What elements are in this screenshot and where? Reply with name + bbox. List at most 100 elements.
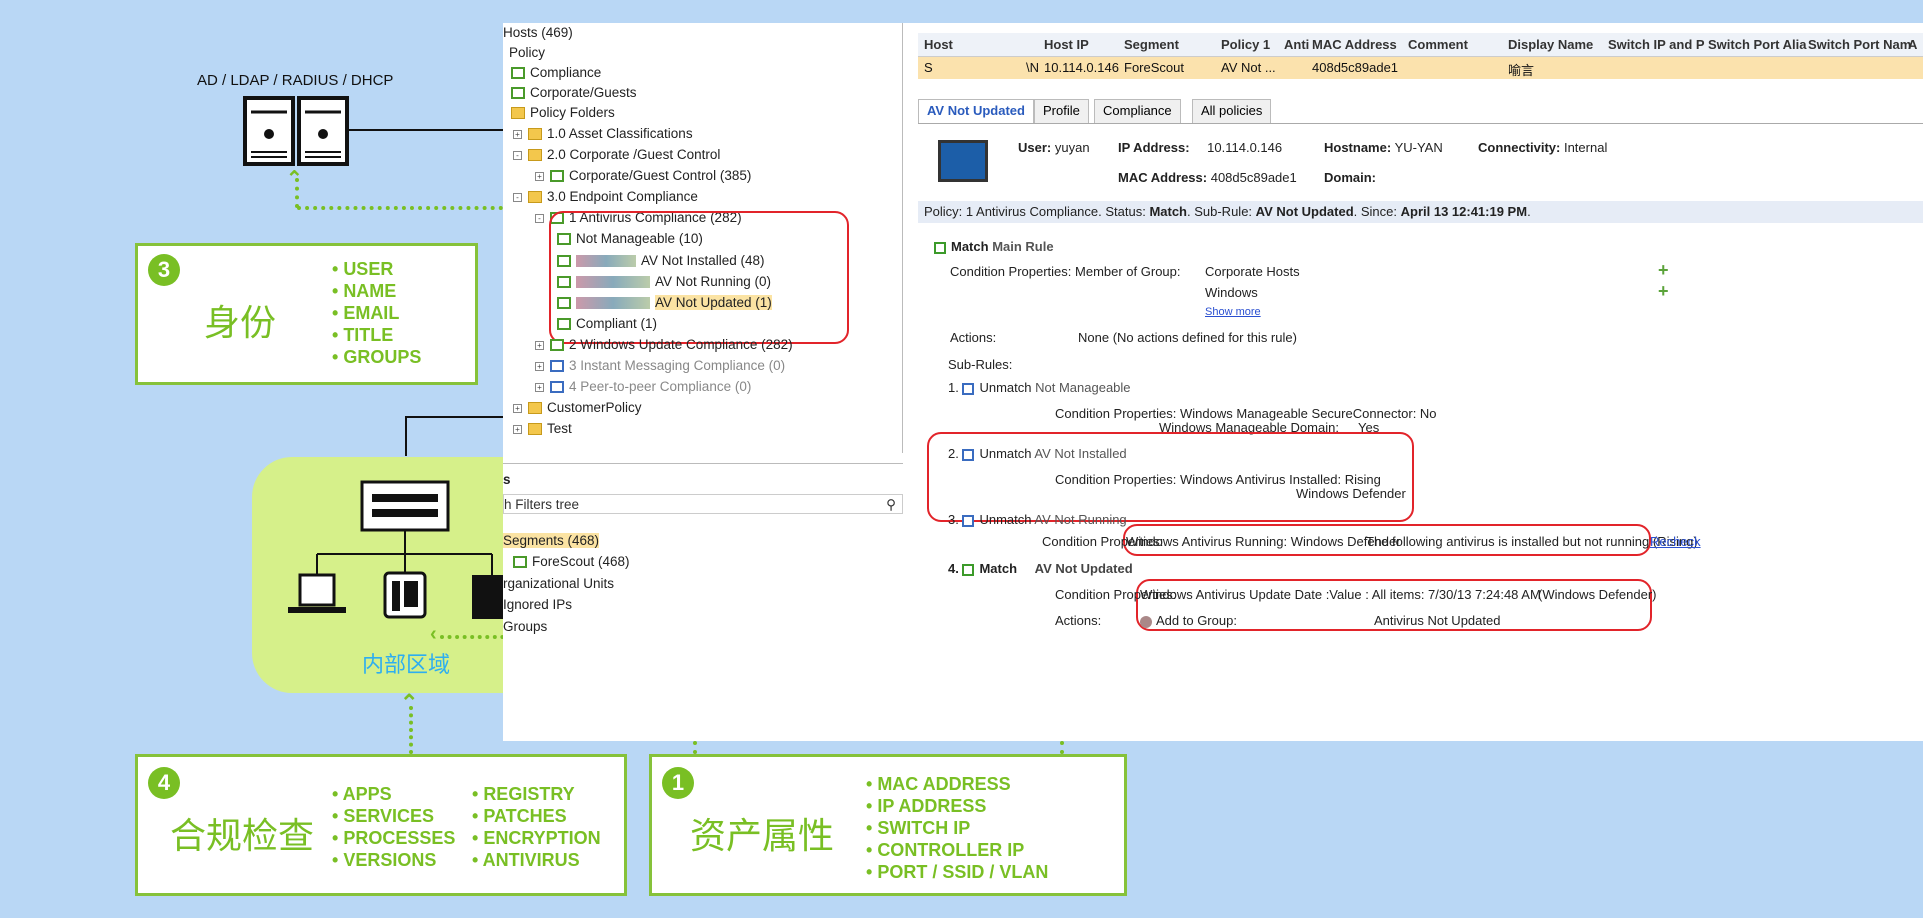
list-item: PROCESSES — [332, 827, 455, 849]
collapse-icon[interactable]: - — [535, 213, 544, 223]
step-badge: 1 — [662, 767, 694, 799]
tab-all-policies[interactable]: All policies — [1192, 99, 1272, 123]
arrow-left-icon: ‹ — [430, 623, 437, 645]
tree-item[interactable]: Groups — [503, 617, 547, 637]
expand-icon[interactable]: + — [513, 403, 522, 413]
col-extra[interactable]: A — [1908, 37, 1917, 52]
internal-zone: 内部区域 ‹ — [252, 457, 512, 693]
tree-item[interactable]: Hosts (469) — [503, 23, 573, 43]
compliance-box: 4 合规检查 APPS SERVICES PROCESSES VERSIONS … — [135, 754, 627, 896]
table-header: Host Host IP Segment Policy 1 Anti MAC A… — [918, 33, 1923, 57]
tree-item[interactable]: Segments (468) — [503, 531, 600, 551]
tree-item[interactable]: + CustomerPolicy — [513, 398, 642, 418]
tree-item[interactable]: ForeScout (468) — [513, 552, 630, 572]
col-host-ip[interactable]: Host IP — [1044, 37, 1089, 52]
policy-tree: Hosts (469) Policy Compliance Corporate/… — [503, 23, 903, 453]
computer-icon — [938, 140, 988, 182]
expand-icon[interactable]: + — [513, 424, 522, 434]
asset-box: 1 资产属性 MAC ADDRESS IP ADDRESS SWITCH IP … — [649, 754, 1127, 896]
tree-item[interactable]: Policy Folders — [511, 103, 615, 123]
group-value: Antivirus Not Updated — [1374, 613, 1501, 628]
connectivity-value: Internal — [1563, 140, 1608, 155]
list-item: VERSIONS — [332, 849, 455, 871]
col-host[interactable]: Host — [924, 37, 953, 52]
filters-panel: s h Filters tree ⚲ Segments (468) ForeSco… — [503, 463, 903, 733]
actions-label: Actions: — [950, 330, 997, 345]
folder-icon — [528, 423, 542, 436]
step-badge: 4 — [148, 767, 180, 799]
detail-pane: User: yuyan IP Address: 10.114.0.146 Hos… — [918, 123, 1923, 741]
show-more-link[interactable]: Show more — [1205, 306, 1261, 318]
col-display[interactable]: Display Name — [1508, 37, 1593, 52]
tree-item[interactable]: Compliance — [511, 63, 601, 83]
filters-search-input[interactable]: h Filters tree ⚲ — [503, 494, 903, 514]
tab-compliance[interactable]: Compliance — [1094, 99, 1181, 123]
actions-value: None (No actions defined for this rule) — [1078, 330, 1297, 345]
collapse-icon[interactable]: - — [513, 150, 522, 160]
tree-item[interactable]: + Corporate/Guest Control (385) — [535, 166, 751, 186]
ad-ldap-label: AD / LDAP / RADIUS / DHCP — [197, 72, 394, 89]
mac-value: 408d5c89ade1 — [1210, 170, 1297, 185]
expand-icon[interactable]: + — [513, 129, 522, 139]
asset-title: 资产属性 — [690, 815, 835, 856]
expand-icon[interactable]: + — [535, 361, 544, 371]
list-item: ANTIVIRUS — [472, 849, 601, 871]
list-item: TITLE — [332, 324, 421, 346]
guests-icon — [511, 87, 525, 100]
tab-profile[interactable]: Profile — [1034, 99, 1089, 123]
list-item: NAME — [332, 280, 421, 302]
col-switch-alias[interactable]: Switch Port Alia — [1708, 37, 1806, 52]
expand-icon[interactable]: + — [535, 340, 544, 350]
filters-header: s — [503, 472, 511, 487]
table-row[interactable]: S \N 10.114.0.146 ForeScout AV Not ... 4… — [918, 57, 1923, 79]
list-item: APPS — [332, 783, 455, 805]
list-item: PORT / SSID / VLAN — [866, 861, 1048, 883]
col-comment[interactable]: Comment — [1408, 37, 1468, 52]
tree-item[interactable]: + Test — [513, 419, 572, 439]
list-item: MAC ADDRESS — [866, 773, 1048, 795]
tree-item[interactable]: Policy — [509, 43, 545, 63]
recheck-link[interactable]: Recheck — [1650, 534, 1701, 549]
col-switch-ip[interactable]: Switch IP and P — [1608, 37, 1705, 52]
expand-icon[interactable]: + — [535, 171, 544, 181]
col-anti[interactable]: Anti — [1284, 37, 1309, 52]
col-switch-name[interactable]: Switch Port Nam — [1808, 37, 1911, 52]
expand-icon[interactable]: + — [535, 382, 544, 392]
tree-item[interactable]: +3 Instant Messaging Compliance (0) — [535, 356, 785, 376]
segment-icon — [513, 556, 527, 569]
list-item: IP ADDRESS — [866, 795, 1048, 817]
policy-status-bar: Policy: 1 Antivirus Compliance. Status: … — [918, 201, 1923, 223]
tree-item[interactable]: +2 Windows Update Compliance (282) — [535, 335, 793, 355]
add-icon[interactable]: + — [1658, 281, 1669, 302]
tree-item[interactable]: +1.0 Asset Classifications — [513, 124, 693, 144]
folder-icon — [528, 128, 542, 141]
col-mac[interactable]: MAC Address — [1312, 37, 1397, 52]
search-icon[interactable]: ⚲ — [886, 495, 896, 515]
collapse-icon[interactable]: - — [513, 192, 522, 202]
tree-item[interactable]: Ignored IPs — [503, 595, 572, 615]
group-value: Corporate Hosts — [1205, 264, 1300, 279]
unmatch-icon — [962, 514, 975, 527]
subrules-label: Sub-Rules: — [948, 357, 1013, 372]
tree-item[interactable]: -2.0 Corporate /Guest Control — [513, 145, 720, 165]
list-item: PATCHES — [472, 805, 601, 827]
col-policy[interactable]: Policy 1 — [1221, 37, 1270, 52]
list-item: GROUPS — [332, 346, 421, 368]
group-value: Windows — [1205, 285, 1258, 300]
match-icon — [934, 241, 946, 254]
list-item: USER — [332, 258, 421, 280]
condition-note: The following antivirus is installed but… — [1366, 534, 1698, 549]
actions-label: Actions: — [1055, 613, 1102, 628]
add-icon[interactable]: + — [1658, 260, 1669, 281]
hostname-value: YU-YAN — [1394, 140, 1443, 155]
ip-value: 10.114.0.146 — [1207, 140, 1283, 155]
col-segment[interactable]: Segment — [1124, 37, 1179, 52]
tree-item[interactable]: Corporate/Guests — [511, 83, 637, 103]
tree-item[interactable]: +4 Peer-to-peer Compliance (0) — [535, 377, 751, 397]
host-details: Host Host IP Segment Policy 1 Anti MAC A… — [918, 23, 1923, 741]
tab-av-not-updated[interactable]: AV Not Updated — [918, 99, 1034, 123]
tree-item[interactable]: -3.0 Endpoint Compliance — [513, 187, 698, 207]
list-item: ENCRYPTION — [472, 827, 600, 849]
tree-item[interactable]: rganizational Units — [503, 574, 614, 594]
row-display: 喻言 — [1508, 63, 1535, 78]
